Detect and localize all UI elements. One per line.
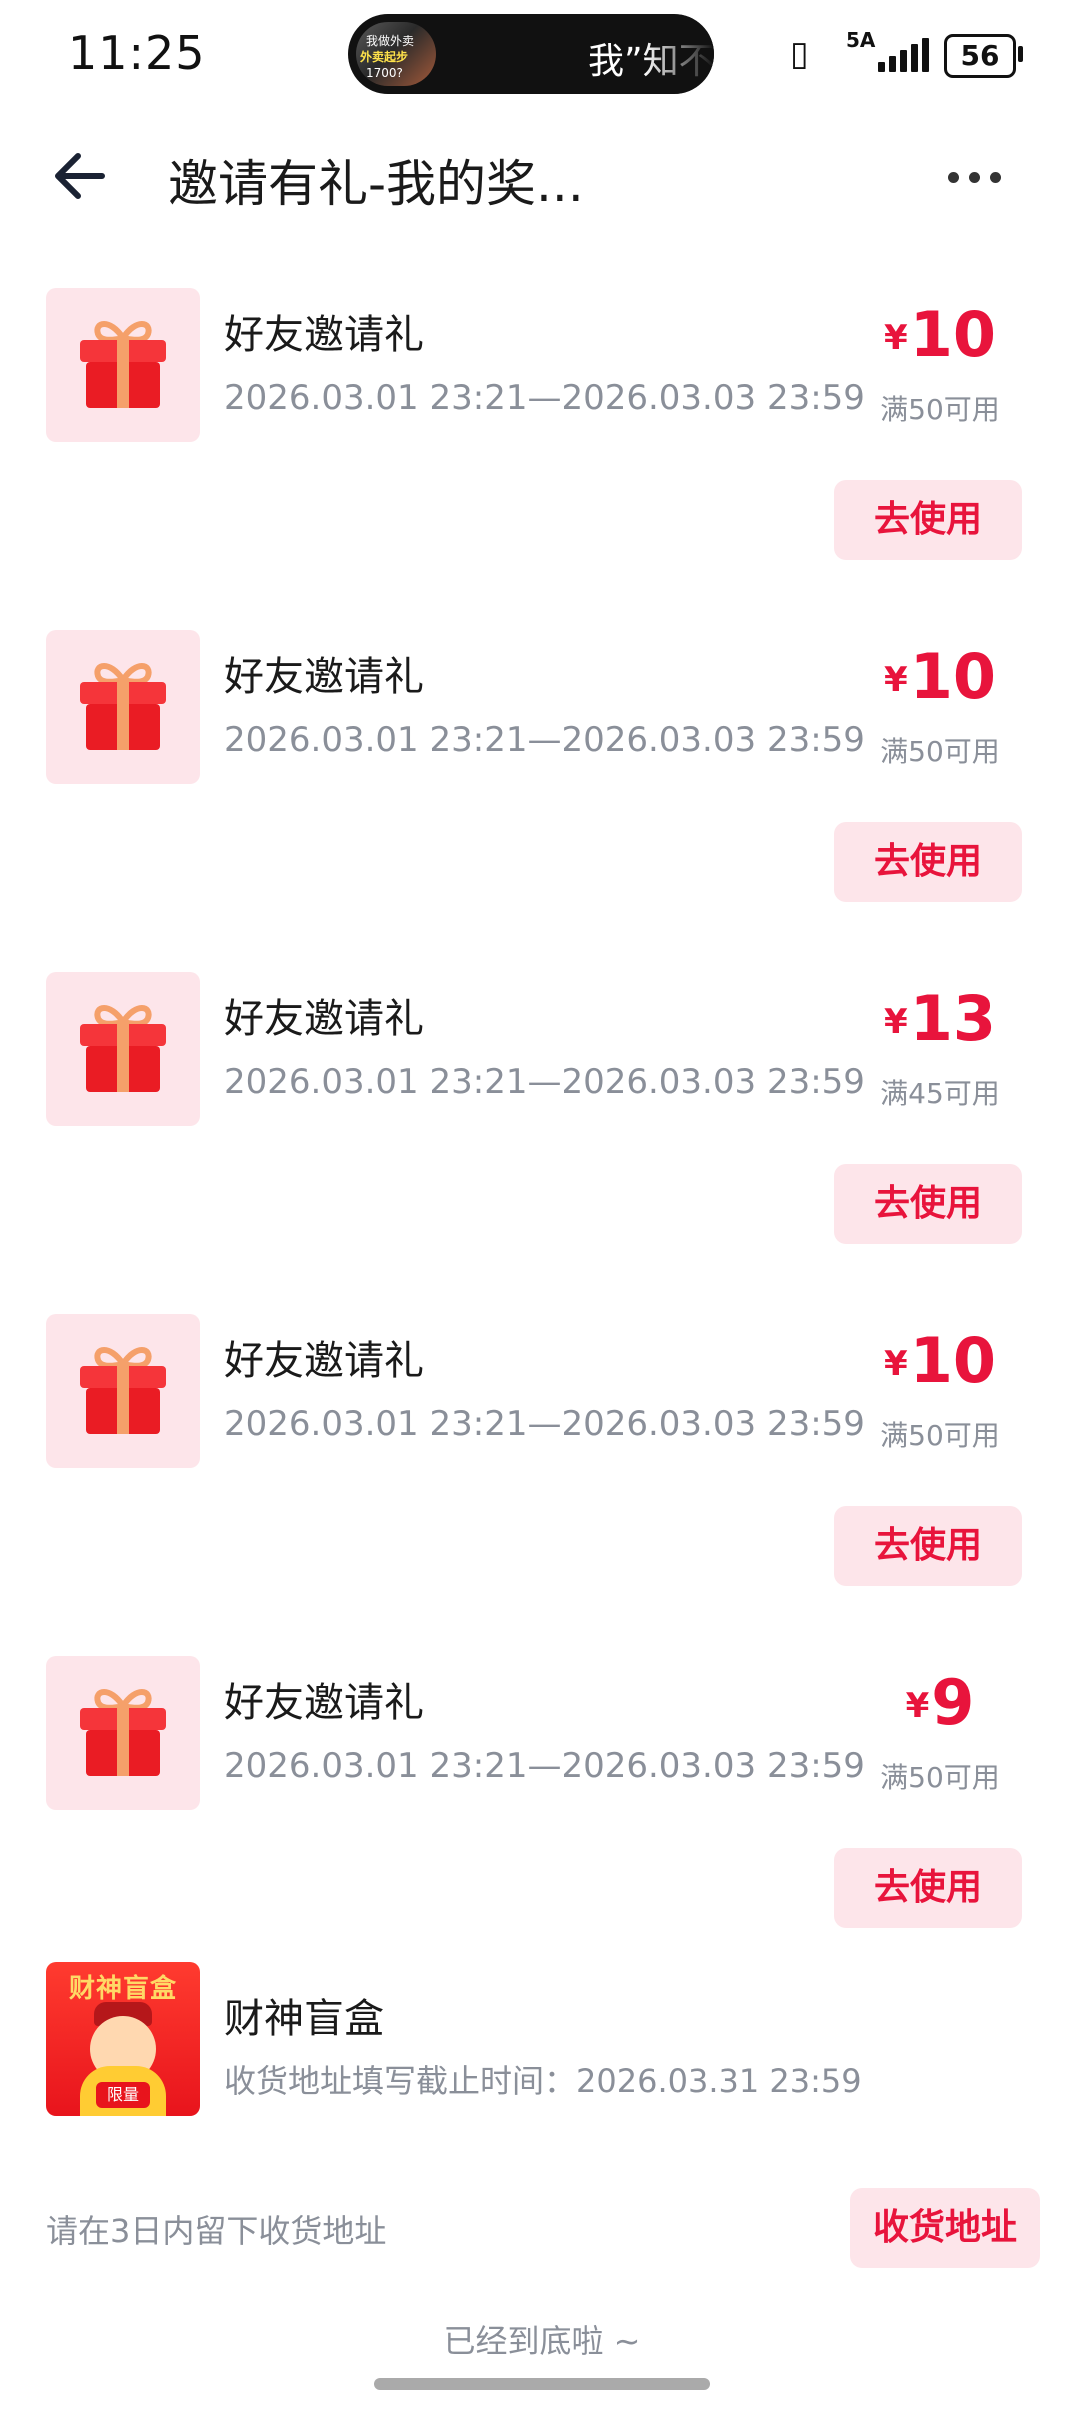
gift-icon	[80, 1347, 166, 1434]
coupon-condition: 满45可用	[880, 1077, 1000, 1110]
blind-box-note: 请在3日内留下收货地址	[46, 2212, 387, 2250]
gift-icon	[80, 663, 166, 750]
vibrate-icon: ▯	[790, 34, 809, 74]
shipping-address-button[interactable]: 收货地址	[850, 2188, 1040, 2268]
coupon-image	[46, 972, 200, 1126]
coupon-amount: 10	[909, 640, 996, 713]
use-coupon-button[interactable]: 去使用	[834, 480, 1022, 560]
media-pill[interactable]: 我做外卖 外卖起步 1700? 我”知不	[348, 14, 714, 94]
thumb-line-2: 外卖起步	[360, 50, 409, 64]
coupon-price: ¥10	[840, 1330, 1040, 1392]
coupon-validity: 2026.03.01 23:21—2026.03.03 23:59	[224, 720, 865, 760]
battery-level: 56	[960, 39, 1000, 72]
coupon-currency: ¥	[884, 660, 908, 700]
coupon-amount: 13	[909, 982, 996, 1055]
coupon-amount: 10	[909, 298, 996, 371]
use-coupon-button[interactable]: 去使用	[834, 822, 1022, 902]
coupon-price: ¥10	[840, 304, 1040, 366]
battery-icon: 56	[944, 34, 1016, 78]
battery-tip	[1018, 46, 1023, 62]
coupon-name: 好友邀请礼	[224, 1680, 424, 1726]
coupon-name: 好友邀请礼	[224, 1338, 424, 1384]
coupon-price: ¥10	[840, 646, 1040, 708]
blind-box-image-title: 财神盲盒	[68, 1974, 177, 2004]
thumb-line-3: 1700?	[366, 66, 403, 80]
coupon-image	[46, 1656, 200, 1810]
gift-icon	[80, 1689, 166, 1776]
home-indicator[interactable]	[374, 2378, 710, 2390]
coupon-condition: 满50可用	[880, 1419, 1000, 1452]
coupon-validity: 2026.03.01 23:21—2026.03.03 23:59	[224, 1746, 865, 1786]
coupon-amount: 10	[909, 1324, 996, 1397]
coupon-currency: ¥	[884, 318, 908, 358]
status-time: 11:25	[68, 26, 206, 80]
media-thumbnail: 我做外卖 外卖起步 1700?	[356, 22, 436, 86]
more-options-button[interactable]	[940, 146, 1010, 206]
page-header: 邀请有礼-我的奖...	[0, 110, 1084, 240]
back-arrow-icon	[55, 153, 105, 199]
more-dots-icon	[948, 172, 959, 183]
use-coupon-button[interactable]: 去使用	[834, 1506, 1022, 1586]
coupon-currency: ¥	[905, 1686, 930, 1726]
coupon-currency: ¥	[884, 1002, 908, 1042]
coupon-condition: 满50可用	[880, 735, 1000, 768]
coupon-name: 好友邀请礼	[224, 654, 424, 700]
blind-box-name: 财神盲盒	[224, 1996, 384, 2042]
signal-icon	[878, 38, 932, 72]
gift-icon	[80, 321, 166, 408]
coupon-price: ¥9	[840, 1672, 1040, 1734]
coupon-price: ¥13	[840, 988, 1040, 1050]
coupon-name: 好友邀请礼	[224, 996, 424, 1042]
coupon-currency: ¥	[884, 1344, 908, 1384]
status-bar: 11:25 我做外卖 外卖起步 1700? 我”知不 ▯ 5A 56	[0, 0, 1084, 110]
back-button[interactable]	[44, 138, 120, 214]
coupon-image	[46, 288, 200, 442]
blind-box-card: 财神盲盒 限量 财神盲盒 收货地址填写截止时间：2026.03.31 23:59…	[0, 1962, 1084, 2268]
coupon-card: 好友邀请礼 2026.03.01 23:21—2026.03.03 23:59 …	[0, 972, 1084, 1302]
blind-box-image: 财神盲盒 限量	[46, 1962, 200, 2116]
network-type: 5A	[846, 28, 876, 52]
gift-icon	[80, 1005, 166, 1092]
coupon-card: 好友邀请礼 2026.03.01 23:21—2026.03.03 23:59 …	[0, 630, 1084, 960]
coupon-condition: 满50可用	[880, 393, 1000, 426]
use-coupon-button[interactable]: 去使用	[834, 1848, 1022, 1928]
page-title: 邀请有礼-我的奖...	[168, 155, 584, 213]
coupon-card: 好友邀请礼 2026.03.01 23:21—2026.03.03 23:59 …	[0, 288, 1084, 618]
coupon-image	[46, 1314, 200, 1468]
coupon-validity: 2026.03.01 23:21—2026.03.03 23:59	[224, 1404, 865, 1444]
coupon-image	[46, 630, 200, 784]
thumb-line-1: 我做外卖	[366, 34, 415, 48]
pill-fade	[644, 14, 714, 94]
coupon-validity: 2026.03.01 23:21—2026.03.03 23:59	[224, 378, 865, 418]
blind-box-deadline: 收货地址填写截止时间：2026.03.31 23:59	[224, 2062, 862, 2100]
coupon-name: 好友邀请礼	[224, 312, 424, 358]
end-of-list-text: 已经到底啦 ~	[443, 2322, 641, 2360]
coupon-card: 好友邀请礼 2026.03.01 23:21—2026.03.03 23:59 …	[0, 1314, 1084, 1644]
blind-box-image-tag: 限量	[96, 2082, 150, 2108]
coupon-amount: 9	[931, 1666, 975, 1739]
coupon-card: 好友邀请礼 2026.03.01 23:21—2026.03.03 23:59 …	[0, 1656, 1084, 1986]
coupon-validity: 2026.03.01 23:21—2026.03.03 23:59	[224, 1062, 865, 1102]
use-coupon-button[interactable]: 去使用	[834, 1164, 1022, 1244]
coupon-condition: 满50可用	[880, 1761, 1000, 1794]
